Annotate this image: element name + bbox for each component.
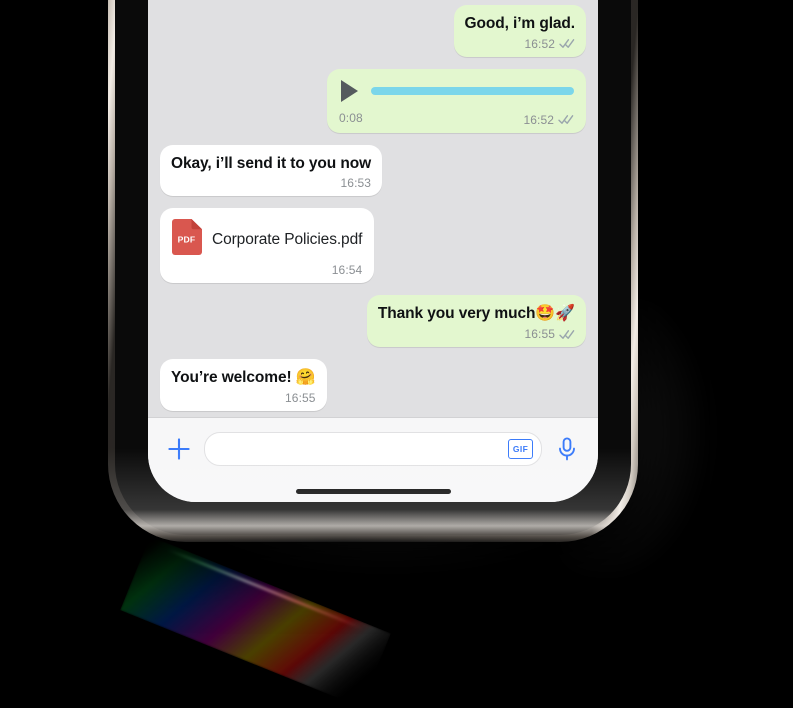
prismatic-reflection — [120, 536, 392, 708]
svg-text:PDF: PDF — [178, 235, 196, 245]
message-timestamp: 16:54 — [331, 263, 363, 277]
message-timestamp: 16:53 — [340, 176, 372, 190]
voice-note-duration: 0:08 — [339, 111, 363, 126]
message-row-outgoing: Good, i’m glad. 16:52 — [160, 5, 586, 57]
message-meta: 16:55 — [378, 327, 575, 341]
message-row-incoming: You’re welcome! 🤗 16:55 — [160, 359, 586, 411]
gif-button[interactable]: GIF — [508, 439, 533, 459]
message-composer: GIF — [148, 417, 598, 480]
message-meta: 16:54 — [172, 263, 362, 277]
message-meta: 16:53 — [171, 176, 371, 190]
message-emoji: 🤗 — [295, 369, 316, 386]
play-icon[interactable] — [341, 79, 358, 102]
read-receipt-double-check-icon — [558, 114, 574, 125]
phone-screen: Good, i’m glad. 16:52 0:08 16:52 Okay, i… — [148, 0, 598, 502]
document-file-name: Corporate Policies.pdf — [212, 230, 363, 248]
message-text-body: Thank you very much — [377, 305, 536, 322]
voice-note-meta: 0:08 16:52 — [339, 110, 574, 127]
message-meta: 16:52 — [523, 113, 574, 127]
message-row-outgoing: Thank you very much🤩🚀 16:55 — [160, 295, 586, 347]
message-timestamp: 16:52 — [524, 36, 555, 51]
voice-note-controls — [339, 79, 574, 102]
phone-bezel: Good, i’m glad. 16:52 0:08 16:52 Okay, i… — [115, 0, 631, 535]
message-text: Good, i’m glad. — [464, 15, 576, 33]
read-receipt-double-check-icon — [559, 38, 575, 49]
message-timestamp: 16:52 — [523, 112, 554, 127]
message-input[interactable] — [219, 440, 508, 458]
message-bubble-pdf-attachment[interactable]: PDF Corporate Policies.pdf 16:54 — [160, 208, 375, 283]
message-timestamp: 16:55 — [524, 327, 555, 341]
scene: Good, i’m glad. 16:52 0:08 16:52 Okay, i… — [0, 0, 793, 708]
pdf-file-icon: PDF — [172, 219, 202, 260]
message-text: You’re welcome! 🤗 — [171, 368, 316, 388]
voice-note-waveform[interactable] — [371, 86, 574, 95]
home-indicator-area — [148, 480, 598, 502]
chat-thread[interactable]: Good, i’m glad. 16:52 0:08 16:52 Okay, i… — [148, 0, 598, 417]
message-input-wrapper[interactable]: GIF — [204, 432, 542, 466]
message-row-outgoing: 0:08 16:52 — [160, 68, 586, 133]
message-meta: 16:55 — [171, 391, 316, 405]
message-emoji: 🤩🚀 — [535, 305, 575, 322]
message-text: Thank you very much🤩🚀 — [378, 304, 575, 324]
message-bubble-good-im-glad[interactable]: Good, i’m glad. 16:52 — [453, 5, 586, 57]
message-bubble-thank-you[interactable]: Thank you very much🤩🚀 16:55 — [366, 295, 586, 347]
message-text: Okay, i’ll send it to you now — [171, 154, 372, 172]
message-bubble-okay-send[interactable]: Okay, i’ll send it to you now 16:53 — [160, 144, 383, 196]
prismatic-highlight-line — [166, 548, 363, 630]
phone-device: Good, i’m glad. 16:52 0:08 16:52 Okay, i… — [108, 0, 638, 542]
message-text-body: You’re welcome! — [171, 369, 296, 386]
microphone-icon[interactable] — [552, 434, 582, 464]
message-meta: 16:52 — [465, 37, 575, 51]
message-row-incoming: Okay, i’ll send it to you now 16:53 — [160, 144, 586, 196]
message-timestamp: 16:55 — [285, 391, 316, 405]
attach-plus-icon[interactable] — [164, 434, 194, 464]
home-indicator[interactable] — [295, 488, 451, 494]
message-bubble-youre-welcome[interactable]: You’re welcome! 🤗 16:55 — [160, 359, 327, 411]
message-row-incoming: PDF Corporate Policies.pdf 16:54 — [160, 208, 586, 283]
read-receipt-double-check-icon — [559, 329, 575, 340]
message-bubble-voice-note[interactable]: 0:08 16:52 — [327, 68, 586, 133]
document-attachment[interactable]: PDF Corporate Policies.pdf — [172, 219, 362, 260]
